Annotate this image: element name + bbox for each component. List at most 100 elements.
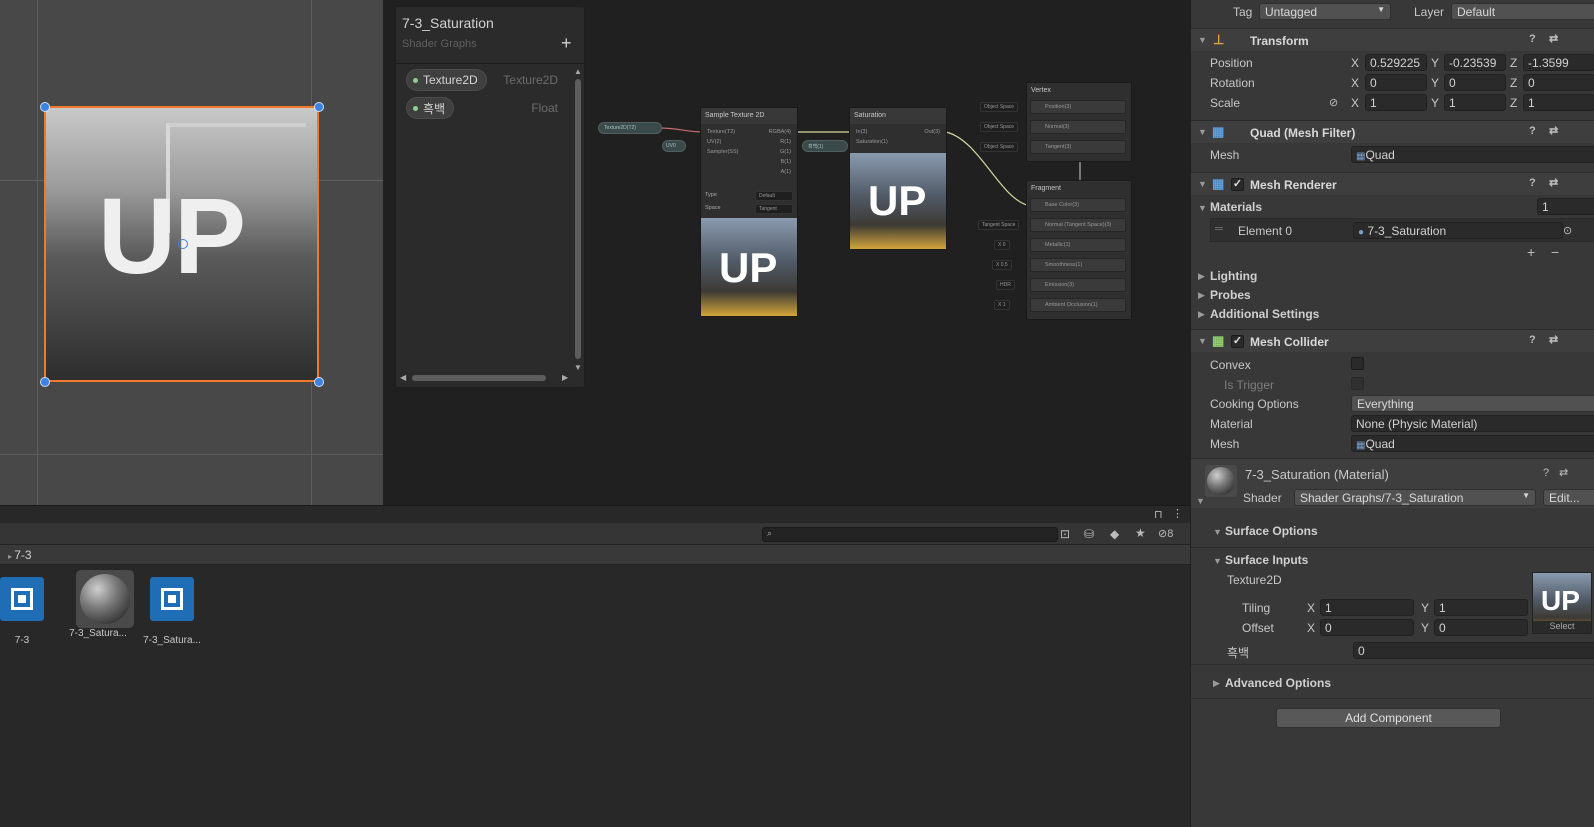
texture-property-node[interactable]: Texture2D(T2) — [598, 122, 662, 134]
settings-icon[interactable]: ⇄ — [1549, 32, 1558, 45]
output-port-label[interactable]: R(1) — [757, 138, 797, 148]
output-port-label[interactable]: B(1) — [757, 158, 797, 168]
scale-y-field[interactable]: 1 — [1444, 94, 1506, 111]
position-z-field[interactable]: -1.3599 — [1523, 54, 1594, 71]
port-input-label[interactable]: HDR — [996, 280, 1015, 290]
help-icon[interactable]: ? — [1529, 125, 1536, 137]
offset-x-field[interactable]: 0 — [1320, 619, 1414, 636]
offset-y-field[interactable]: 0 — [1434, 619, 1528, 636]
rotation-z-field[interactable]: 0 — [1523, 74, 1594, 91]
help-icon[interactable]: ? — [1529, 334, 1536, 346]
input-port-label[interactable]: Texture(T2) — [701, 128, 751, 138]
add-property-button[interactable]: + — [561, 33, 572, 54]
texture-slot[interactable]: UP Select — [1532, 572, 1592, 634]
position-x-field[interactable]: 0.529225 — [1365, 54, 1427, 71]
fragment-port[interactable]: Ambient Occlusion(1) — [1030, 298, 1126, 312]
rect-handle-top-left[interactable] — [40, 102, 50, 112]
more-options-icon[interactable]: ⋮ — [1172, 507, 1183, 520]
scrollbar-thumb[interactable] — [575, 79, 581, 359]
probes-section[interactable]: Probes — [1210, 288, 1251, 302]
rotation-y-field[interactable]: 0 — [1444, 74, 1506, 91]
scroll-up-icon[interactable]: ▲ — [574, 67, 582, 76]
fold-down-icon[interactable]: ▼ — [1213, 527, 1222, 537]
physic-material-field[interactable]: None (Physic Material) — [1351, 415, 1594, 432]
selected-quad[interactable]: UP — [44, 106, 319, 382]
inspector-panel[interactable]: Tag Untagged ▼ Layer Default ▼ ⊥ Transfor… — [1190, 0, 1594, 827]
float-property-node[interactable]: 흑백(1) — [802, 140, 848, 152]
scale-x-field[interactable]: 1 — [1365, 94, 1427, 111]
blackboard-property[interactable]: Texture2D — [406, 69, 487, 91]
search-input[interactable]: ⌕ — [762, 527, 1058, 542]
blackboard-property[interactable]: 흑백 — [406, 97, 455, 119]
input-port-label[interactable]: Sampler(SS) — [701, 148, 751, 158]
mesh-filter-header[interactable]: ▼ ▦ Quad (Mesh Filter) ? ⇄ — [1191, 120, 1594, 143]
position-y-field[interactable]: -0.23539 — [1444, 54, 1506, 71]
output-port-label[interactable]: RGBA(4) — [757, 128, 797, 138]
type-dropdown[interactable]: Default — [755, 191, 793, 201]
help-icon[interactable]: ? — [1529, 177, 1536, 189]
scroll-down-icon[interactable]: ▼ — [574, 363, 582, 372]
space-dropdown[interactable]: Tangent — [755, 204, 793, 214]
vertical-scrollbar[interactable]: ▲ ▼ — [574, 67, 582, 373]
input-port-label[interactable]: Saturation(1) — [850, 138, 905, 148]
saturation-node[interactable]: Saturation In(3) Saturation(1) Out(3) UP — [849, 107, 947, 250]
rect-handle-bottom-right[interactable] — [314, 377, 324, 387]
fragment-port[interactable]: Base Color(3) — [1030, 198, 1126, 212]
help-icon[interactable]: ? — [1529, 33, 1536, 45]
settings-icon[interactable]: ⇄ — [1559, 466, 1568, 479]
search-by-type-icon[interactable]: ⊡ — [1060, 527, 1070, 541]
scrollbar-thumb[interactable] — [412, 375, 546, 381]
fragment-port[interactable]: Emission(3) — [1030, 278, 1126, 292]
surface-inputs-section[interactable]: Surface Inputs — [1225, 553, 1308, 567]
fold-down-icon[interactable]: ▼ — [1198, 203, 1207, 213]
vertex-port[interactable]: Normal(3) — [1030, 120, 1126, 134]
shader-dropdown[interactable]: Shader Graphs/7-3_Saturation ▼ — [1294, 489, 1536, 506]
uv-pill[interactable]: UV0 — [662, 140, 686, 152]
hidden-packages-icon[interactable]: ⊘8 — [1158, 527, 1173, 540]
port-input-label[interactable]: X 1 — [994, 300, 1010, 310]
material-header[interactable]: ▼ 7-3_Saturation (Material) Shader Shade… — [1191, 458, 1594, 508]
tiling-x-field[interactable]: 1 — [1320, 599, 1414, 616]
enabled-checkbox[interactable]: ✓ — [1231, 335, 1244, 348]
fold-right-icon[interactable]: ▶ — [1213, 678, 1220, 689]
surface-options-section[interactable]: Surface Options — [1225, 524, 1318, 538]
horizontal-scrollbar[interactable]: ◀ ▶ — [400, 373, 572, 383]
fragment-port[interactable]: Normal (Tangent Space)(3) — [1030, 218, 1126, 232]
add-element-button[interactable]: + — [1527, 244, 1535, 260]
settings-icon[interactable]: ⇄ — [1549, 124, 1558, 137]
space-label[interactable]: Object Space — [980, 142, 1019, 152]
materials-label[interactable]: Materials — [1210, 200, 1262, 214]
filter-icon[interactable]: ⛁ — [1084, 527, 1094, 541]
convex-checkbox[interactable] — [1351, 357, 1364, 370]
constrain-proportions-icon[interactable]: ⊘ — [1329, 96, 1338, 109]
rect-handle-top-right[interactable] — [314, 102, 324, 112]
rotation-x-field[interactable]: 0 — [1365, 74, 1427, 91]
scroll-left-icon[interactable]: ◀ — [400, 373, 406, 382]
fold-right-icon[interactable]: ▶ — [1198, 271, 1205, 282]
asset-item[interactable]: 7-3_Satura... — [65, 570, 134, 639]
edit-shader-button[interactable]: Edit... — [1543, 489, 1594, 506]
asset-item[interactable]: 7-3_Satura... — [139, 577, 205, 646]
add-component-button[interactable]: Add Component — [1276, 708, 1501, 728]
materials-count-field[interactable]: 1 — [1537, 198, 1594, 215]
drag-handle-icon[interactable]: ═ — [1215, 223, 1223, 235]
remove-element-button[interactable]: − — [1551, 244, 1559, 260]
port-input-label[interactable]: X 0.5 — [992, 260, 1012, 270]
mesh-field[interactable]: ▦Quad — [1351, 146, 1594, 163]
additional-settings-section[interactable]: Additional Settings — [1210, 307, 1319, 321]
settings-icon[interactable]: ⇄ — [1549, 176, 1558, 189]
layer-dropdown[interactable]: Default — [1451, 3, 1594, 20]
graph-canvas[interactable]: Texture2D(T2) UV0 흑백(1) Sample Texture 2… — [590, 80, 1140, 325]
texture-select-button[interactable]: Select — [1533, 621, 1591, 633]
space-label[interactable]: Object Space — [980, 122, 1019, 132]
output-port-label[interactable]: A(1) — [757, 168, 797, 178]
output-port-label[interactable]: G(1) — [757, 148, 797, 158]
tiling-y-field[interactable]: 1 — [1434, 599, 1528, 616]
pivot-handle[interactable] — [178, 239, 188, 249]
settings-icon[interactable]: ⇄ — [1549, 333, 1558, 346]
help-icon[interactable]: ? — [1543, 467, 1549, 479]
fragment-port[interactable]: Smoothness(1) — [1030, 258, 1126, 272]
mesh-renderer-header[interactable]: ▼ ▦ ✓ Mesh Renderer ? ⇄ — [1191, 172, 1594, 195]
scale-z-field[interactable]: 1 — [1523, 94, 1594, 111]
fold-right-icon[interactable]: ▶ — [1198, 290, 1205, 301]
